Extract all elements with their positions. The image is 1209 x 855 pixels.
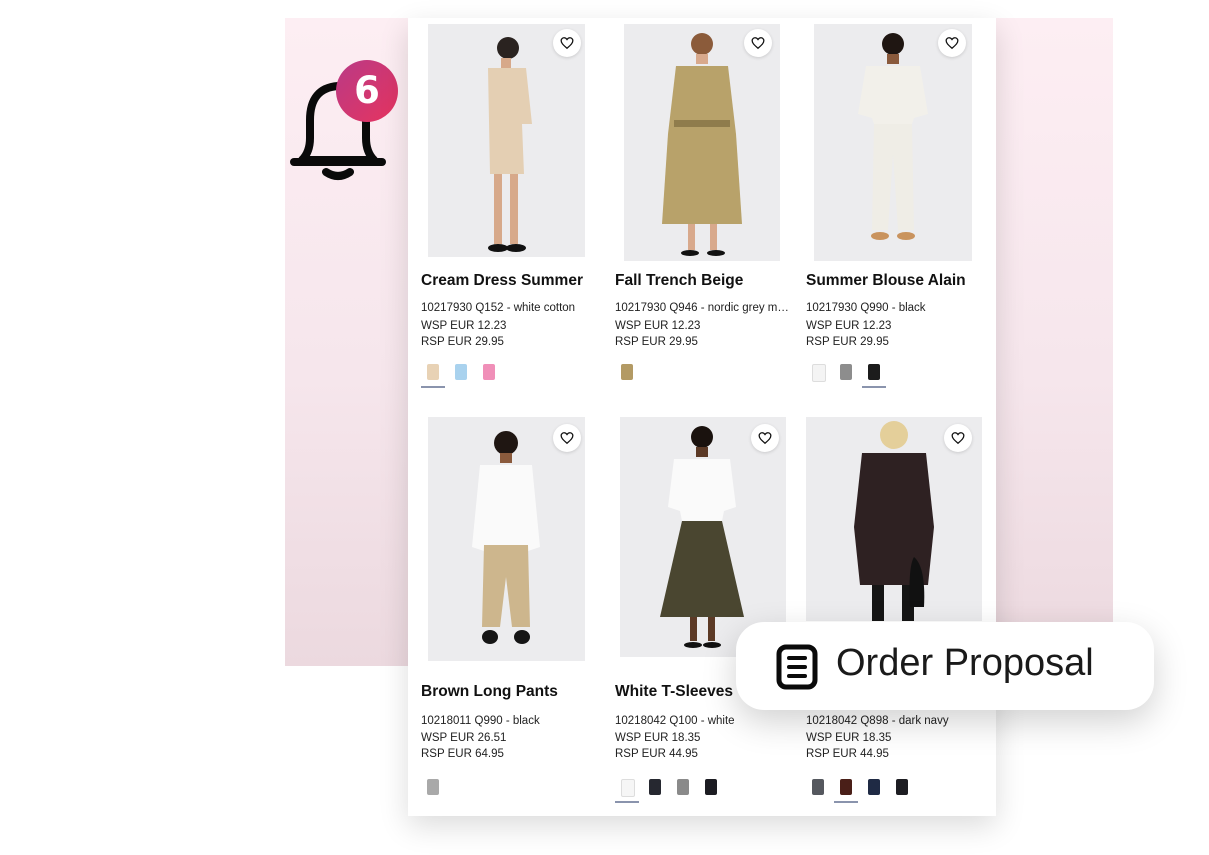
- product-sku: 10218042 Q100 - white: [615, 715, 735, 727]
- product-sku: 10217930 Q990 - black: [806, 302, 926, 314]
- retail-price: RSP EUR 29.95: [615, 336, 698, 348]
- heart-icon: [951, 432, 965, 445]
- color-swatch[interactable]: [477, 360, 501, 386]
- swatch-chip: [427, 779, 439, 795]
- color-swatch[interactable]: [890, 775, 914, 801]
- color-swatches: [421, 775, 607, 805]
- product-figure: [858, 33, 928, 240]
- wholesale-price: WSP EUR 12.23: [806, 320, 892, 332]
- order-proposal-label: Order Proposal: [836, 642, 1094, 684]
- swatch-chip: [840, 364, 852, 380]
- wholesale-price: WSP EUR 12.23: [615, 320, 701, 332]
- swatch-chip: [812, 779, 824, 795]
- swatch-chip: [812, 364, 826, 382]
- wholesale-price: WSP EUR 12.23: [421, 320, 507, 332]
- favorite-button[interactable]: [744, 29, 772, 57]
- color-swatch[interactable]: [862, 360, 886, 388]
- product-name[interactable]: Brown Long Pants: [421, 683, 607, 701]
- color-swatch[interactable]: [449, 360, 473, 386]
- heart-icon: [758, 432, 772, 445]
- color-swatch[interactable]: [834, 775, 858, 803]
- product-sku: 10218011 Q990 - black: [421, 715, 540, 727]
- heart-icon: [560, 432, 574, 445]
- swatch-chip: [483, 364, 495, 380]
- retail-price: RSP EUR 64.95: [421, 748, 504, 760]
- wholesale-price: WSP EUR 18.35: [806, 732, 892, 744]
- color-swatches: [806, 360, 992, 390]
- color-swatch[interactable]: [862, 775, 886, 801]
- heart-icon: [945, 37, 959, 50]
- product-name[interactable]: Fall Trench Beige: [615, 272, 801, 290]
- product-name[interactable]: Summer Blouse Alain: [806, 272, 992, 290]
- color-swatch[interactable]: [643, 775, 667, 801]
- color-swatch[interactable]: [806, 775, 830, 801]
- color-swatch[interactable]: [806, 360, 830, 386]
- color-swatch[interactable]: [615, 360, 639, 386]
- notification-bell[interactable]: 6: [288, 60, 398, 182]
- product-sku: 10217930 Q946 - nordic grey melange: [615, 302, 795, 314]
- swatch-chip: [840, 779, 852, 795]
- swatch-chip: [868, 364, 880, 380]
- favorite-button[interactable]: [751, 424, 779, 452]
- color-swatch[interactable]: [834, 360, 858, 386]
- swatch-chip: [677, 779, 689, 795]
- heart-icon: [560, 37, 574, 50]
- color-swatches: [806, 775, 992, 805]
- color-swatches: [615, 775, 801, 805]
- product-figure: [660, 426, 744, 648]
- product-photo[interactable]: [428, 417, 585, 661]
- color-swatch[interactable]: [421, 775, 445, 801]
- color-swatch[interactable]: [699, 775, 723, 801]
- wholesale-price: WSP EUR 18.35: [615, 732, 701, 744]
- swatch-chip: [705, 779, 717, 795]
- swatch-chip: [455, 364, 467, 380]
- retail-price: RSP EUR 29.95: [806, 336, 889, 348]
- swatch-chip: [621, 364, 633, 380]
- product-photo[interactable]: [806, 417, 982, 621]
- order-proposal-button[interactable]: Order Proposal: [736, 622, 1154, 710]
- favorite-button[interactable]: [938, 29, 966, 57]
- retail-price: RSP EUR 44.95: [615, 748, 698, 760]
- swatch-chip: [621, 779, 635, 797]
- retail-price: RSP EUR 29.95: [421, 336, 504, 348]
- product-name[interactable]: Cream Dress Summer: [421, 272, 607, 290]
- favorite-button[interactable]: [944, 424, 972, 452]
- color-swatch[interactable]: [615, 775, 639, 803]
- wholesale-price: WSP EUR 26.51: [421, 732, 507, 744]
- swatch-chip: [427, 364, 439, 380]
- color-swatch[interactable]: [421, 360, 445, 388]
- product-photo[interactable]: [428, 24, 585, 257]
- favorite-button[interactable]: [553, 29, 581, 57]
- product-figure: [488, 37, 532, 252]
- color-swatch[interactable]: [671, 775, 695, 801]
- product-sku: 10217930 Q152 - white cotton: [421, 302, 576, 314]
- swatch-chip: [649, 779, 661, 795]
- heart-icon: [751, 37, 765, 50]
- retail-price: RSP EUR 44.95: [806, 748, 889, 760]
- color-swatches: [421, 360, 607, 390]
- swatch-chip: [896, 779, 908, 795]
- product-photo[interactable]: [814, 24, 972, 261]
- product-figure: [472, 431, 540, 644]
- product-sku: 10218042 Q898 - dark navy: [806, 715, 949, 727]
- product-photo[interactable]: [620, 417, 786, 657]
- product-photo[interactable]: [624, 24, 780, 261]
- notification-count-badge: 6: [336, 60, 398, 122]
- swatch-chip: [868, 779, 880, 795]
- favorite-button[interactable]: [553, 424, 581, 452]
- color-swatches: [615, 360, 801, 390]
- product-figure: [662, 33, 742, 256]
- document-icon: [776, 644, 818, 690]
